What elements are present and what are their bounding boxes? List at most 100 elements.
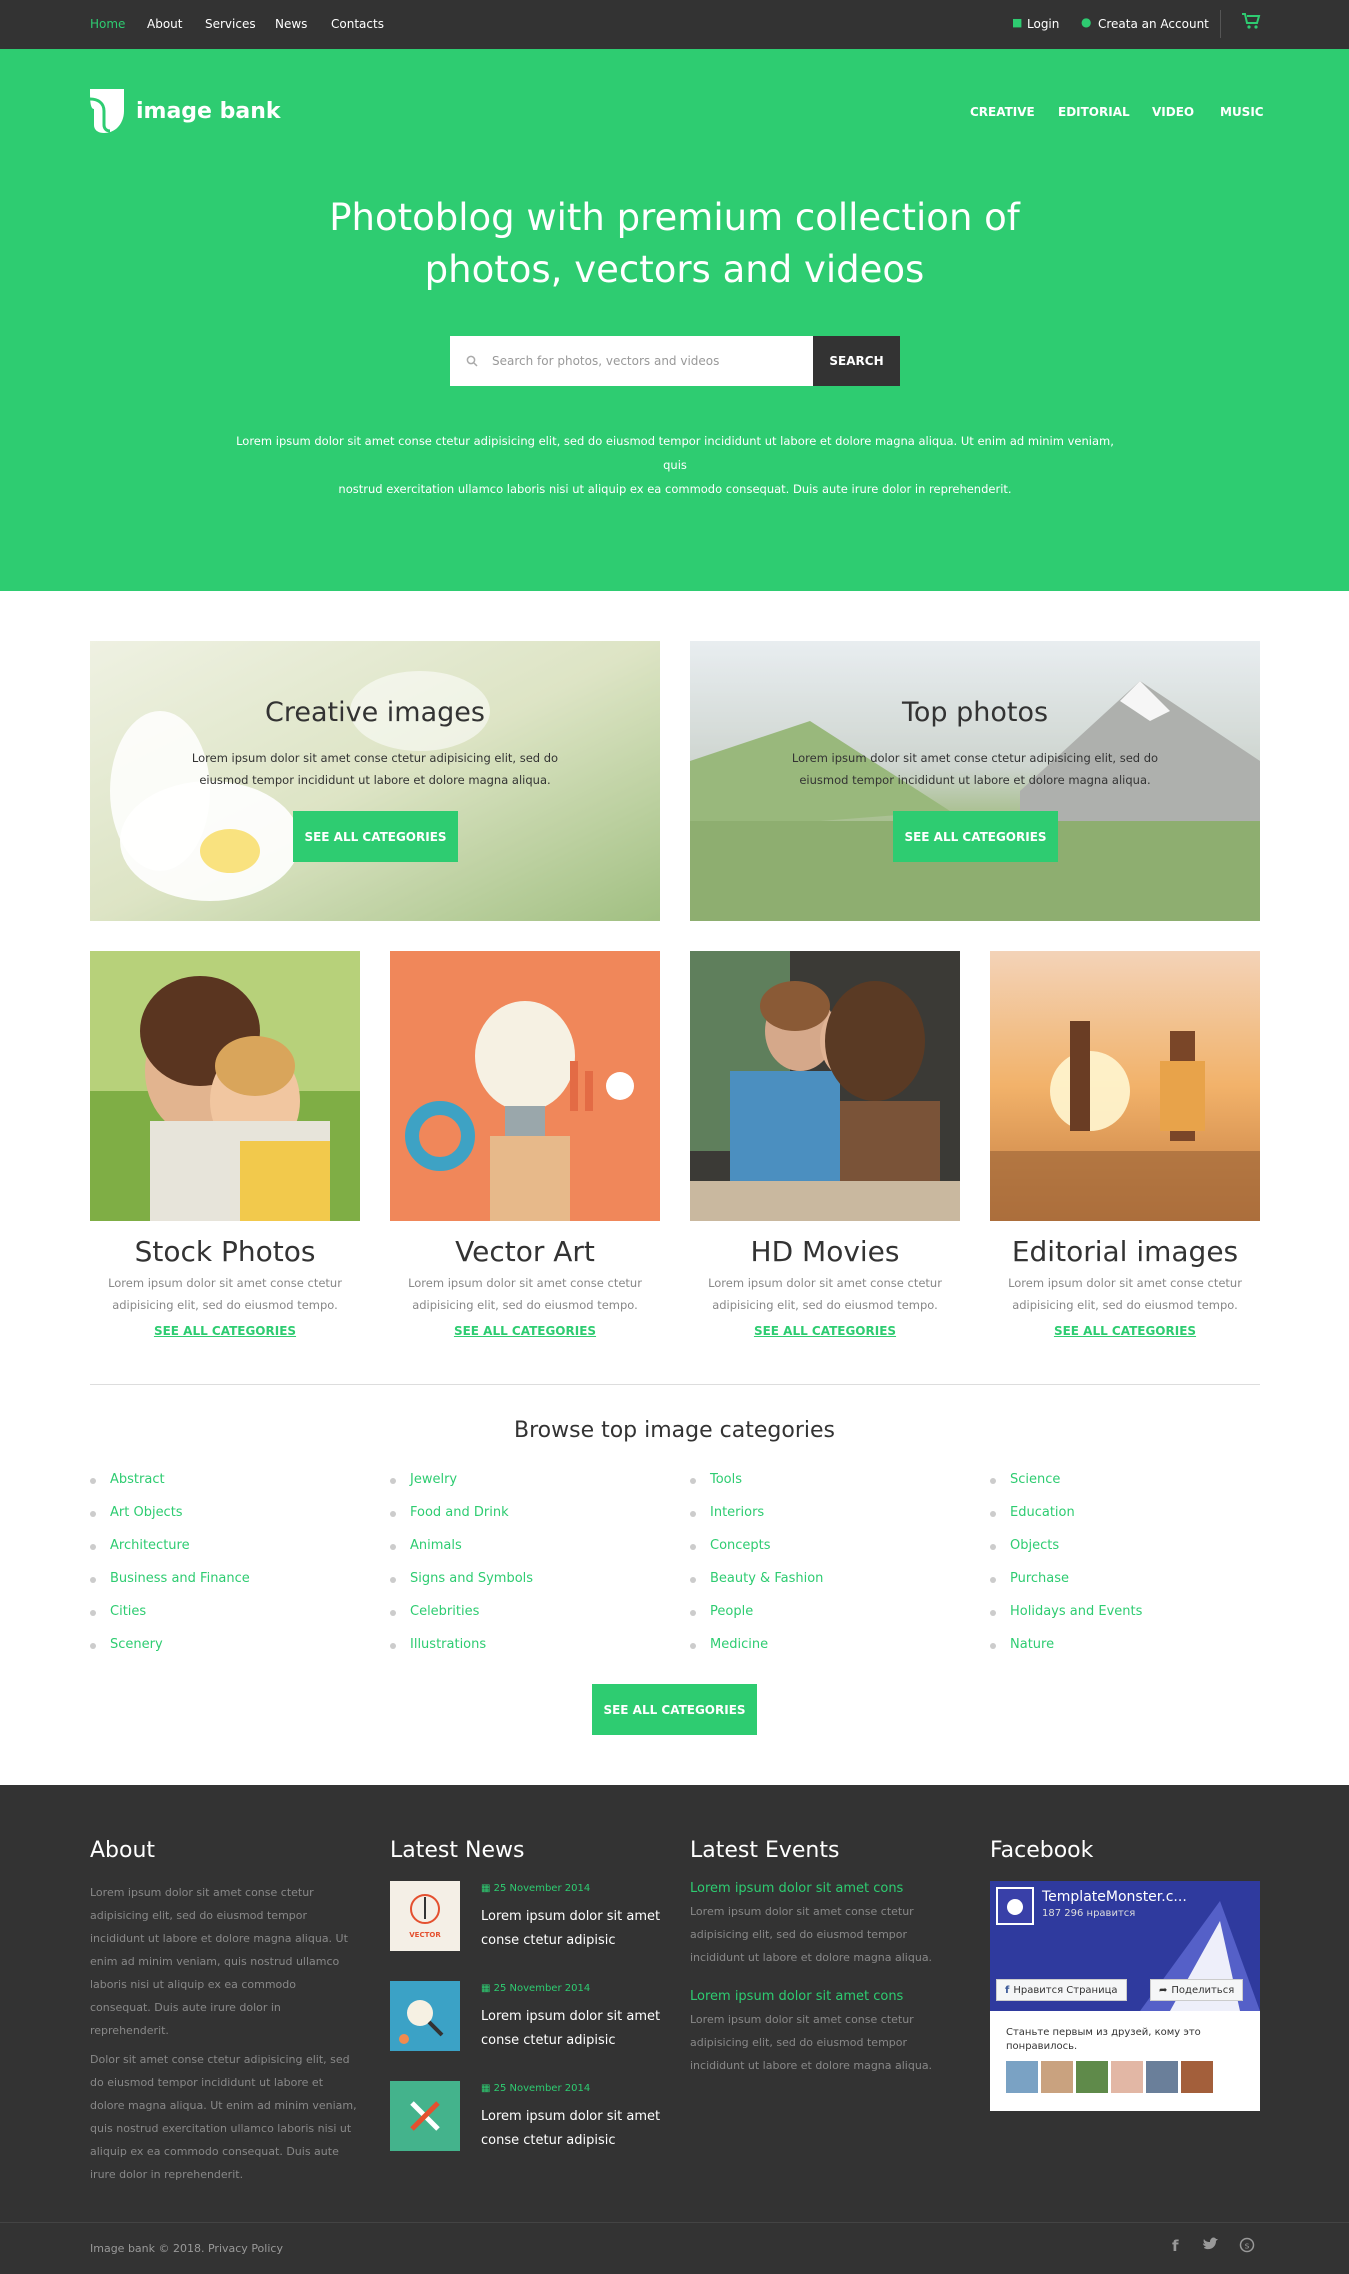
nav-editorial[interactable]: EDITORIAL: [1058, 105, 1130, 119]
news-title[interactable]: Lorem ipsum dolor sit amet conse ctetur …: [481, 1905, 671, 1953]
like-page-button[interactable]: f Нравится Страница: [996, 1979, 1127, 2001]
search-input[interactable]: Search for photos, vectors and videos: [450, 336, 813, 386]
facebook-icon: f: [1005, 1984, 1010, 1996]
nav-home[interactable]: Home: [90, 17, 125, 31]
card-hd-movies: HD Movies Lorem ipsum dolor sit amet con…: [690, 951, 960, 1338]
page-avatar[interactable]: [996, 1887, 1034, 1925]
brand-name: image bank: [136, 98, 281, 124]
logo[interactable]: image bank: [89, 89, 281, 133]
nav-creative[interactable]: CREATIVE: [970, 105, 1035, 119]
category-link[interactable]: Concepts: [690, 1538, 960, 1571]
skype-icon[interactable]: s: [1239, 2237, 1255, 2257]
category-link[interactable]: Art Objects: [90, 1505, 360, 1538]
banner-title: Creative images: [265, 697, 485, 728]
news-thumbnail: [390, 1981, 460, 2051]
category-link[interactable]: Scenery: [90, 1637, 360, 1670]
category-column-3: Tools Interiors Concepts Beauty & Fashio…: [690, 1472, 960, 1670]
hd-movies-image[interactable]: [690, 951, 960, 1221]
category-link[interactable]: Food and Drink: [390, 1505, 660, 1538]
category-link[interactable]: Signs and Symbols: [390, 1571, 660, 1604]
see-all-categories-button[interactable]: SEE ALL CATEGORIES: [592, 1684, 757, 1735]
category-link[interactable]: Science: [990, 1472, 1260, 1505]
category-link[interactable]: Tools: [690, 1472, 960, 1505]
twitter-icon[interactable]: [1203, 2237, 1219, 2255]
news-item[interactable]: VECTOR ▦ 25 November 2014 Lorem ipsum do…: [390, 1881, 660, 1981]
category-link[interactable]: Animals: [390, 1538, 660, 1571]
nav-news[interactable]: News: [275, 17, 307, 31]
footer-about: About Lorem ipsum dolor sit amet conse c…: [90, 1838, 360, 2186]
category-link[interactable]: Architecture: [90, 1538, 360, 1571]
event-title[interactable]: Lorem ipsum dolor sit amet cons: [690, 1881, 960, 1896]
login-link[interactable]: Login: [1027, 17, 1059, 31]
hero-text: Lorem ipsum dolor sit amet conse ctetur …: [230, 429, 1120, 501]
card-vector-art: Vector Art Lorem ipsum dolor sit amet co…: [390, 951, 660, 1338]
category-link[interactable]: Nature: [990, 1637, 1260, 1670]
nav-about[interactable]: About: [147, 17, 182, 31]
hero-title: Photoblog with premium collection of pho…: [0, 192, 1349, 296]
create-account-link[interactable]: Creata an Account: [1098, 17, 1209, 31]
category-link[interactable]: Business and Finance: [90, 1571, 360, 1604]
category-link[interactable]: Purchase: [990, 1571, 1260, 1604]
vector-art-image[interactable]: [390, 951, 660, 1221]
search-button[interactable]: SEARCH: [813, 336, 900, 386]
facebook-cover: TemplateMonster.c... 187 296 нравится fН…: [990, 1881, 1260, 2011]
see-all-categories-link[interactable]: SEE ALL CATEGORIES: [990, 1324, 1260, 1338]
friend-avatar[interactable]: [1146, 2061, 1178, 2093]
see-all-categories-link[interactable]: SEE ALL CATEGORIES: [390, 1324, 660, 1338]
browse-title: Browse top image categories: [514, 1418, 835, 1443]
category-link[interactable]: People: [690, 1604, 960, 1637]
news-item[interactable]: ▦ 25 November 2014 Lorem ipsum dolor sit…: [390, 2081, 660, 2181]
footer-latest-events: Latest Events Lorem ipsum dolor sit amet…: [690, 1838, 960, 2077]
category-link[interactable]: Interiors: [690, 1505, 960, 1538]
category-link[interactable]: Illustrations: [390, 1637, 660, 1670]
hero-text-line1: Lorem ipsum dolor sit amet conse ctetur …: [236, 434, 1114, 472]
hero-title-line2: photos, vectors and videos: [424, 248, 925, 291]
news-date: ▦ 25 November 2014: [481, 1983, 591, 1994]
category-link[interactable]: Medicine: [690, 1637, 960, 1670]
news-title[interactable]: Lorem ipsum dolor sit amet conse ctetur …: [481, 2105, 671, 2153]
category-link[interactable]: Beauty & Fashion: [690, 1571, 960, 1604]
footer-heading: About: [90, 1838, 156, 1863]
footer-facebook: Facebook TemplateMonster.c... 187 296 нр…: [990, 1838, 1260, 2111]
friend-avatar[interactable]: [1041, 2061, 1073, 2093]
category-link[interactable]: Jewelry: [390, 1472, 660, 1505]
card-title: Stock Photos: [134, 1235, 316, 1268]
thumb-label: VECTOR: [409, 1931, 441, 1939]
category-link[interactable]: Celebrities: [390, 1604, 660, 1637]
nav-video[interactable]: VIDEO: [1152, 105, 1194, 119]
card-text: Lorem ipsum dolor sit amet conse ctetur …: [1008, 1276, 1242, 1312]
friend-avatar[interactable]: [1006, 2061, 1038, 2093]
about-text: Dolor sit amet conse ctetur adipisicing …: [90, 2053, 357, 2181]
cart-icon[interactable]: [1241, 12, 1261, 34]
friend-avatar[interactable]: [1111, 2061, 1143, 2093]
category-link[interactable]: Education: [990, 1505, 1260, 1538]
nav-contacts[interactable]: Contacts: [331, 17, 384, 31]
category-link[interactable]: Cities: [90, 1604, 360, 1637]
page-name[interactable]: TemplateMonster.c...: [1042, 1889, 1187, 1905]
news-item[interactable]: ▦ 25 November 2014 Lorem ipsum dolor sit…: [390, 1981, 660, 2081]
card-title: Vector Art: [455, 1235, 595, 1268]
friends-avatars: [1006, 2061, 1213, 2093]
friend-avatar[interactable]: [1181, 2061, 1213, 2093]
share-button[interactable]: ➦ Поделиться: [1150, 1979, 1244, 2001]
card-title: HD Movies: [750, 1235, 900, 1268]
stock-photo-image[interactable]: [90, 951, 360, 1221]
nav-services[interactable]: Services: [205, 17, 256, 31]
category-link[interactable]: Abstract: [90, 1472, 360, 1505]
friend-avatar[interactable]: [1076, 2061, 1108, 2093]
facebook-icon[interactable]: f: [1172, 2237, 1179, 2255]
svg-text:s: s: [1245, 2242, 1250, 2252]
see-all-categories-button[interactable]: SEE ALL CATEGORIES: [293, 811, 458, 862]
see-all-categories-button[interactable]: SEE ALL CATEGORIES: [893, 811, 1058, 862]
see-all-categories-link[interactable]: SEE ALL CATEGORIES: [90, 1324, 360, 1338]
editorial-image[interactable]: [990, 951, 1260, 1221]
nav-music[interactable]: MUSIC: [1220, 105, 1264, 119]
event-title[interactable]: Lorem ipsum dolor sit amet cons: [690, 1989, 960, 2004]
see-all-categories-link[interactable]: SEE ALL CATEGORIES: [690, 1324, 960, 1338]
page-likes: 187 296 нравится: [1042, 1908, 1136, 1919]
news-title[interactable]: Lorem ipsum dolor sit amet conse ctetur …: [481, 2005, 671, 2053]
top-bar: Home About Services News Contacts ■ Logi…: [0, 0, 1349, 49]
category-link[interactable]: Objects: [990, 1538, 1260, 1571]
category-link[interactable]: Holidays and Events: [990, 1604, 1260, 1637]
banner-text: Lorem ipsum dolor sit amet conse ctetur …: [791, 751, 1159, 787]
